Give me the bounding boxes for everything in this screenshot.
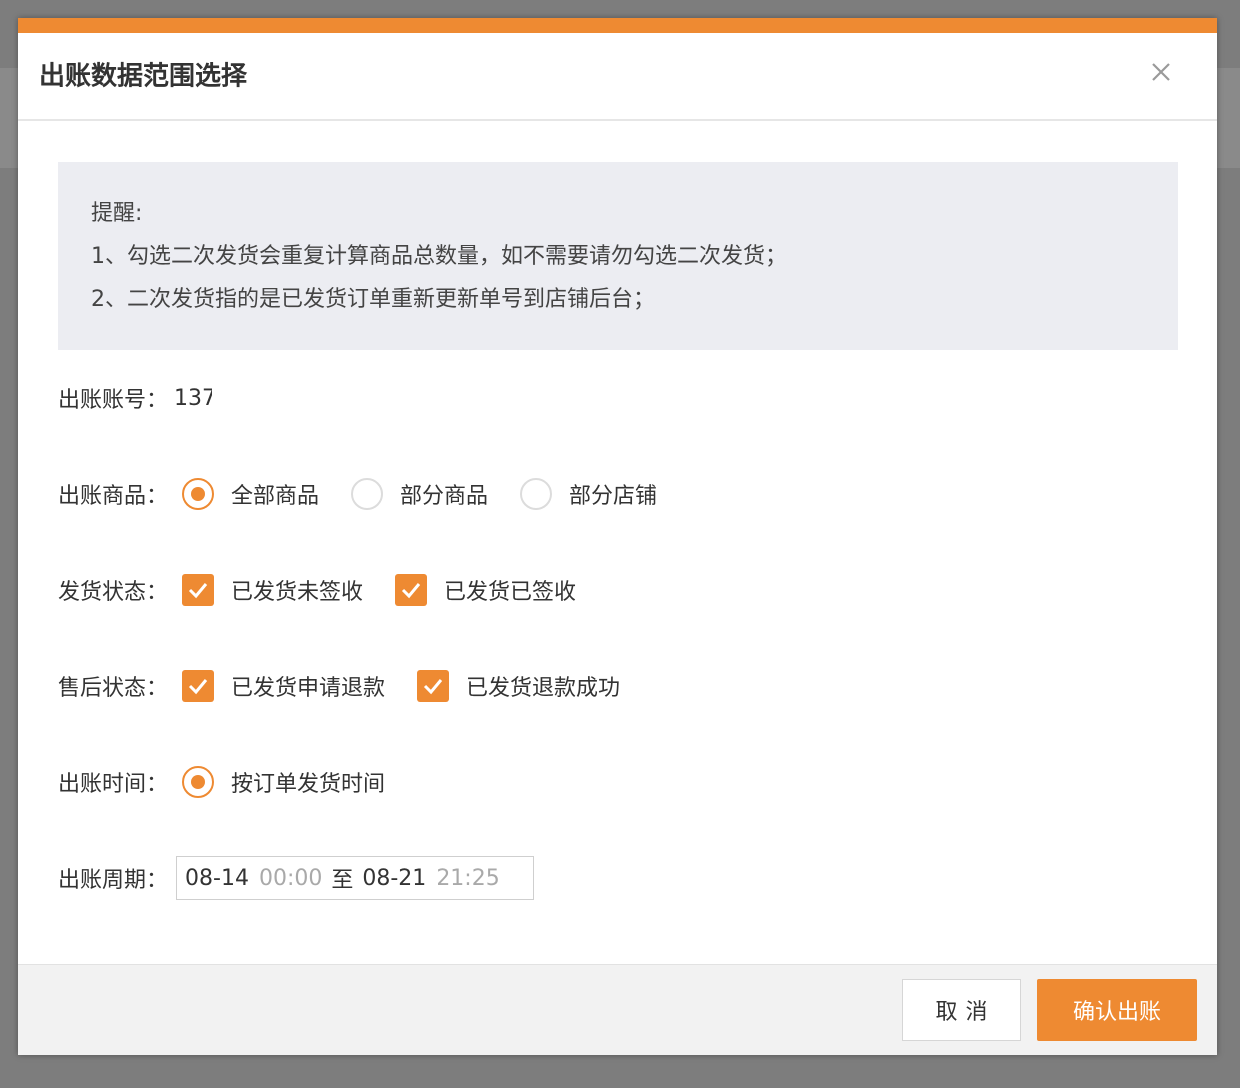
radio-icon[interactable] (520, 478, 553, 510)
dialog-header: 出账数据范围选择 (18, 33, 1217, 121)
checkbox-checked-icon[interactable] (182, 670, 215, 702)
checkbox-checked-icon[interactable] (395, 574, 428, 606)
period-end-date: 08-21 (362, 865, 427, 891)
goods-label: 出账商品： (58, 484, 169, 509)
account-mask (212, 388, 323, 408)
dialog-footer: 取消 确认出账 (18, 964, 1217, 1055)
notice-line: 2、二次发货指的是已发货订单重新更新单号到店铺后台； (91, 287, 655, 312)
checkbox-label: 已发货已签收 (444, 580, 577, 605)
radio-all-goods[interactable]: 全部商品 (182, 478, 319, 510)
cancel-button[interactable]: 取消 (902, 979, 1021, 1041)
confirm-billing-button[interactable]: 确认出账 (1037, 979, 1197, 1041)
radio-label: 部分商品 (400, 484, 489, 509)
checkbox-refund-succeeded[interactable]: 已发货退款成功 (417, 670, 620, 702)
radio-icon[interactable] (351, 478, 384, 510)
period-end-time: 21:25 (436, 865, 500, 891)
period-start-date: 08-14 (185, 865, 249, 891)
period-label: 出账周期： (58, 868, 169, 893)
bill-time-label: 出账时间： (58, 772, 169, 797)
dialog-title: 出账数据范围选择 (39, 61, 248, 92)
account-row: 出账账号： 137 (58, 378, 323, 418)
aftersale-status-row: 售后状态： 已发货申请退款 已发货退款成功 (58, 666, 620, 706)
account-value: 137 (174, 385, 217, 411)
account-label: 出账账号： (58, 388, 169, 413)
radio-by-ship-time[interactable]: 按订单发货时间 (182, 766, 385, 798)
radio-icon[interactable] (182, 766, 215, 798)
checkbox-refund-requested[interactable]: 已发货申请退款 (182, 670, 385, 702)
radio-label: 按订单发货时间 (231, 772, 386, 797)
period-row: 出账周期： 08-14 00:00 至 08-21 21:25 (58, 856, 535, 900)
period-separator: 至 (331, 868, 354, 893)
radio-partial-goods[interactable]: 部分商品 (351, 478, 488, 510)
checkbox-checked-icon[interactable] (417, 670, 450, 702)
billing-range-dialog: 出账数据范围选择 提醒: 1、勾选二次发货会重复计算商品总数量，如不需要请勿勾选… (18, 18, 1217, 1055)
ship-status-label: 发货状态： (58, 580, 169, 605)
goods-row: 出账商品： 全部商品 部分商品 部分店铺 (58, 474, 657, 514)
period-start-time: 00:00 (258, 865, 323, 891)
radio-label: 全部商品 (231, 484, 320, 509)
checkbox-label: 已发货退款成功 (466, 676, 621, 701)
notice-line: 1、勾选二次发货会重复计算商品总数量，如不需要请勿勾选二次发货； (91, 244, 787, 269)
radio-label: 部分店铺 (569, 484, 658, 509)
period-range-input[interactable]: 08-14 00:00 至 08-21 21:25 (176, 856, 535, 900)
close-icon (1152, 63, 1170, 81)
ship-status-row: 发货状态： 已发货未签收 已发货已签收 (58, 570, 576, 610)
checkbox-shipped-unsigned[interactable]: 已发货未签收 (182, 574, 363, 606)
close-button[interactable] (1145, 56, 1177, 88)
bill-time-row: 出账时间： 按订单发货时间 (58, 762, 385, 802)
notice-title: 提醒: (91, 201, 143, 226)
checkbox-label: 已发货未签收 (231, 580, 364, 605)
aftersale-status-label: 售后状态： (58, 676, 169, 701)
checkbox-checked-icon[interactable] (182, 574, 215, 606)
checkbox-label: 已发货申请退款 (231, 676, 386, 701)
radio-icon[interactable] (182, 478, 215, 510)
reminder-notice: 提醒: 1、勾选二次发货会重复计算商品总数量，如不需要请勿勾选二次发货； 2、二… (58, 162, 1178, 350)
checkbox-shipped-signed[interactable]: 已发货已签收 (395, 574, 576, 606)
radio-partial-shops[interactable]: 部分店铺 (520, 478, 657, 510)
